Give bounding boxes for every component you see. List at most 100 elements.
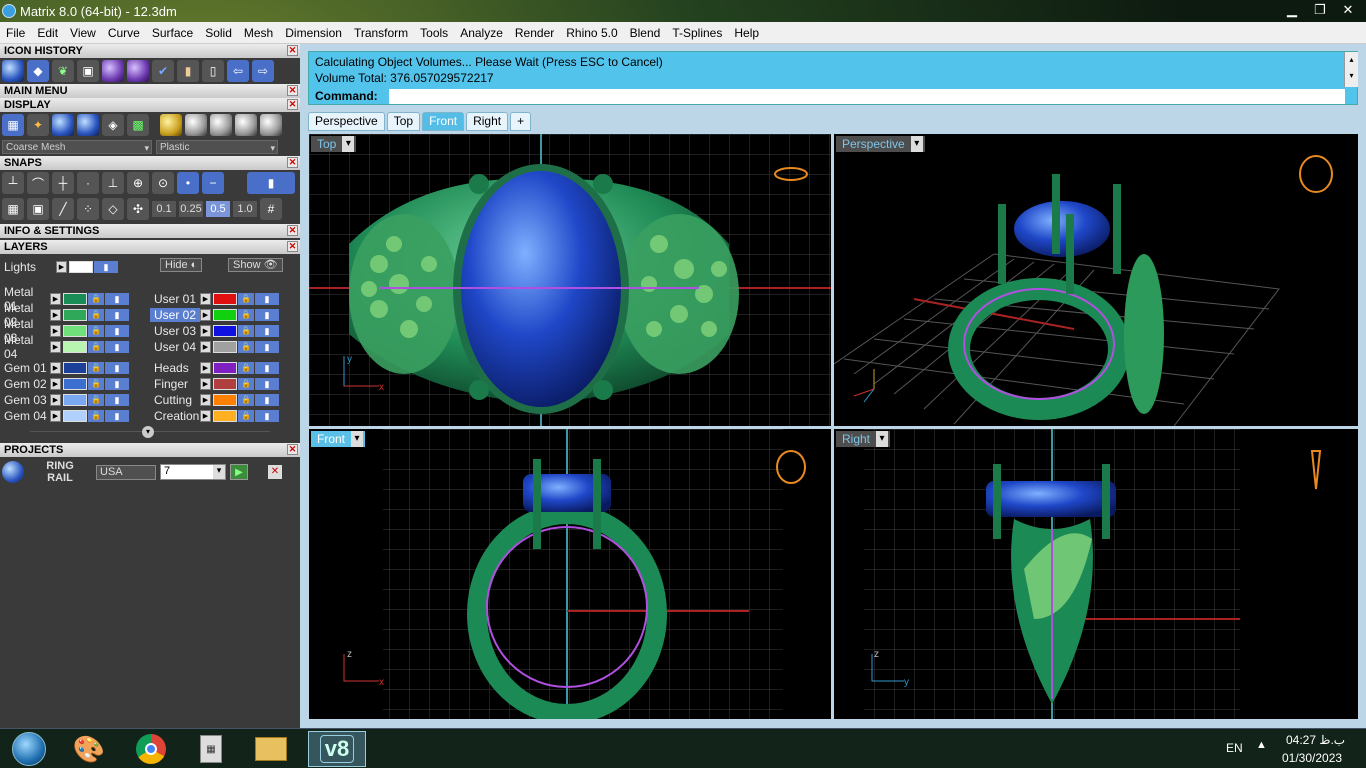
viewport-perspective-label[interactable]: Perspective (836, 136, 925, 152)
visibility-icon[interactable]: ▮ (255, 361, 279, 374)
dots-snap-icon[interactable]: ⁘ (77, 198, 99, 220)
arrow-icon[interactable]: ▶ (200, 324, 211, 337)
display-grid-icon[interactable]: ▩ (127, 114, 149, 136)
layer-name[interactable]: Gem 03 (0, 393, 50, 407)
leaf-tool-icon[interactable]: ❦ (52, 60, 74, 82)
restore-button[interactable]: ❐ (1306, 0, 1334, 20)
tab-top[interactable]: Top (386, 112, 421, 131)
close-icon[interactable]: ✕ (287, 225, 298, 236)
lock-icon[interactable]: 🔒 (88, 393, 104, 406)
arrow-icon[interactable]: ▶ (50, 308, 61, 321)
arrow-icon[interactable]: ▶ (50, 409, 61, 422)
lock-icon[interactable]: 🔒 (88, 361, 104, 374)
panel-splitter[interactable]: ▾ (30, 426, 270, 443)
perp-snap-icon[interactable]: ⊥ (102, 172, 124, 194)
tab-right[interactable]: Right (466, 112, 509, 131)
lock-icon[interactable]: 🔒 (88, 377, 104, 390)
lock-icon[interactable]: 🔒 (238, 324, 254, 337)
visibility-icon[interactable]: ▮ (105, 393, 129, 406)
layer-color-swatch[interactable] (63, 393, 87, 406)
viewport-top-label[interactable]: Top (311, 136, 357, 152)
arrow-icon[interactable]: ▶ (200, 377, 211, 390)
gem-tool-icon[interactable]: ◆ (27, 60, 49, 82)
arrow-icon[interactable]: ▶ (50, 361, 61, 374)
center-snap-icon[interactable]: ⊙ (152, 172, 174, 194)
layer-name[interactable]: User 01 (150, 292, 200, 306)
menu-blend[interactable]: Blend (624, 26, 667, 40)
layer-name[interactable]: Finger (150, 377, 200, 391)
layer-name[interactable]: Gem 01 (0, 361, 50, 375)
display-header[interactable]: DISPLAY ✕ (0, 98, 300, 112)
layer-color-swatch[interactable] (213, 409, 237, 422)
hide-button[interactable]: Hide ◐ (160, 258, 203, 272)
layer-color-swatch[interactable] (213, 377, 237, 390)
snap-value-0-1[interactable]: 0.1 (152, 201, 176, 217)
layer-name[interactable]: User 02 (150, 307, 200, 322)
layer-color-swatch[interactable] (213, 393, 237, 406)
snap-value-0-5[interactable]: 0.5 (206, 201, 230, 217)
size-select[interactable]: 7 ▾ (160, 464, 226, 480)
arrow-icon[interactable]: ▶ (50, 324, 61, 337)
tab-perspective[interactable]: Perspective (308, 112, 385, 131)
layer-name[interactable]: Gem 04 (0, 409, 50, 423)
near-snap-icon[interactable]: • (177, 172, 199, 194)
layer-row[interactable]: Gem 02 ▶ 🔒 ▮ (0, 376, 129, 391)
tray-arrow-icon[interactable]: ▲ (1256, 739, 1267, 751)
book-tool-icon[interactable]: ▮ (177, 60, 199, 82)
close-icon[interactable]: ✕ (287, 241, 298, 252)
layer-name[interactable]: Metal 04 (0, 333, 50, 361)
back-arrow-icon[interactable]: ⇦ (227, 60, 249, 82)
close-button[interactable]: ✕ (1334, 0, 1362, 20)
lock-icon[interactable]: 🔒 (88, 340, 104, 353)
explorer-app-icon[interactable] (246, 731, 296, 767)
arrow-icon[interactable]: ▶ (56, 260, 67, 273)
layer-row[interactable]: User 04 ▶ 🔒 ▮ (150, 339, 279, 354)
curve-snap-icon[interactable]: ⌒ (27, 172, 49, 194)
gold-sphere-icon[interactable] (160, 114, 182, 136)
viewport-front[interactable]: z x Front (309, 429, 831, 719)
menu-file[interactable]: File (0, 26, 31, 40)
ring-project-icon[interactable] (2, 461, 24, 483)
menu-analyze[interactable]: Analyze (454, 26, 509, 40)
visibility-icon[interactable]: ▮ (255, 324, 279, 337)
layer-color-swatch[interactable] (63, 292, 87, 305)
arrow-icon[interactable]: ▶ (50, 340, 61, 353)
arrow-icon[interactable]: ▶ (200, 393, 211, 406)
lock-icon[interactable]: 🔒 (88, 292, 104, 305)
glass-sphere-icon[interactable] (210, 114, 232, 136)
visibility-icon[interactable]: ▮ (255, 409, 279, 422)
menu-mesh[interactable]: Mesh (238, 26, 279, 40)
menu-surface[interactable]: Surface (146, 26, 199, 40)
lock-icon[interactable]: 🔒 (238, 340, 254, 353)
tan-snap-icon[interactable]: − (202, 172, 224, 194)
layers-header[interactable]: LAYERS ✕ (0, 240, 300, 254)
check-tool-icon[interactable]: ✔ (152, 60, 174, 82)
arrow-icon[interactable]: ▶ (200, 340, 211, 353)
visibility-icon[interactable]: ▮ (94, 260, 118, 273)
spheres-tool-icon[interactable] (102, 60, 124, 82)
chrome-sphere-icon[interactable] (185, 114, 207, 136)
layer-name[interactable]: Gem 02 (0, 377, 50, 391)
main-menu-header[interactable]: MAIN MENU ✕ (0, 84, 300, 98)
clock-time[interactable]: 04:27 ب.ظ (1286, 733, 1345, 747)
visibility-icon[interactable]: ▮ (105, 377, 129, 390)
layer-row[interactable]: Gem 01 ▶ 🔒 ▮ (0, 360, 129, 375)
menu-render[interactable]: Render (509, 26, 560, 40)
page-tool-icon[interactable]: ▯ (202, 60, 224, 82)
snap-grid-icon[interactable]: # (260, 198, 282, 220)
lock-icon[interactable]: 🔒 (88, 409, 104, 422)
view-tool-icon[interactable]: ▣ (77, 60, 99, 82)
layer-row[interactable]: User 02 ▶ 🔒 ▮ (150, 307, 279, 322)
ortho-snap-icon[interactable]: ▮ (247, 172, 295, 194)
close-icon[interactable]: ✕ (287, 157, 298, 168)
play-icon[interactable]: ▶ (230, 464, 248, 480)
paint-app-icon[interactable]: 🎨 (64, 731, 114, 767)
info-settings-header[interactable]: INFO & SETTINGS ✕ (0, 224, 300, 238)
visibility-icon[interactable]: ▮ (255, 308, 279, 321)
silver-sphere-icon[interactable] (235, 114, 257, 136)
rendered-icon[interactable] (77, 114, 99, 136)
layer-row[interactable]: Metal 04 ▶ 🔒 ▮ (0, 333, 129, 361)
lock-icon[interactable]: 🔒 (238, 292, 254, 305)
show-button[interactable]: Show 👁 (228, 258, 283, 272)
chrome-app-icon[interactable] (126, 731, 176, 767)
